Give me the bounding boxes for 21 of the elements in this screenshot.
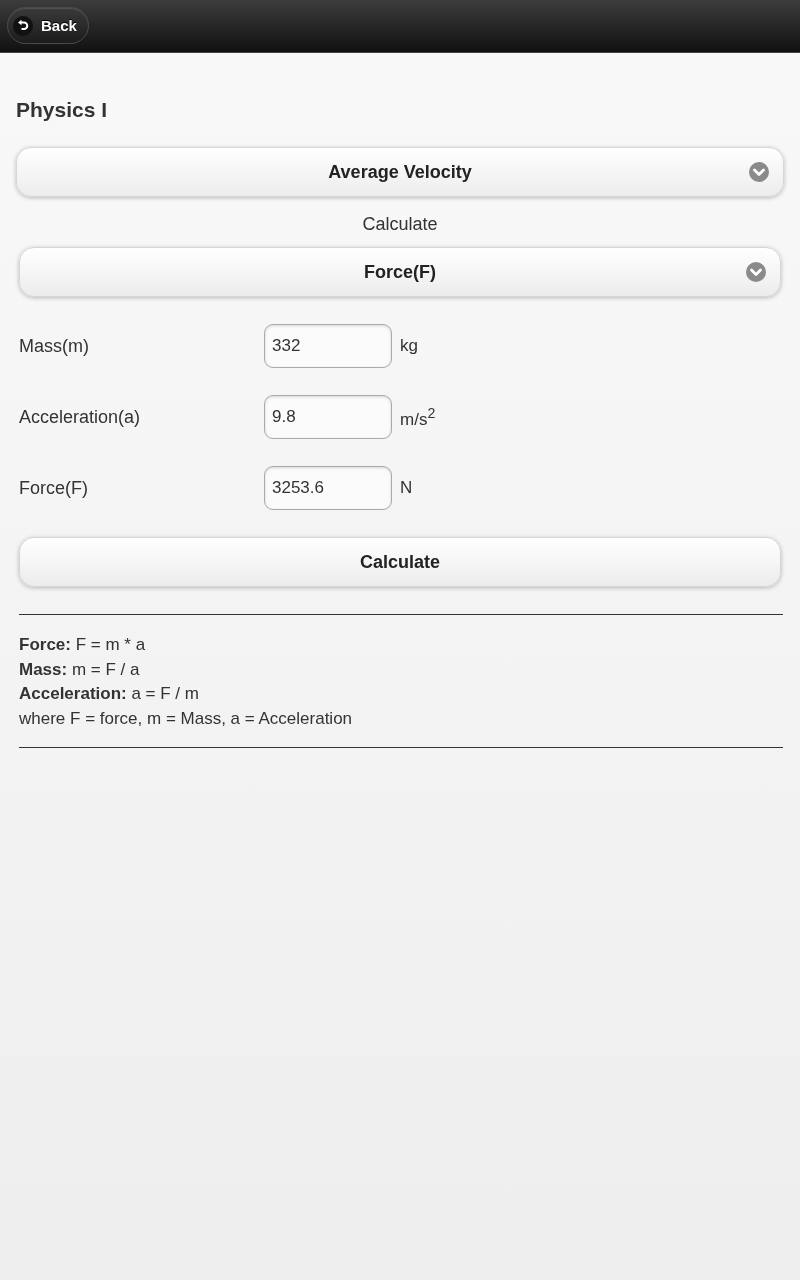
chevron-down-icon xyxy=(749,162,769,182)
formula-text: where F = force, m = Mass, a = Acceleration xyxy=(19,707,354,730)
input-field[interactable]: 9.8 xyxy=(264,395,392,439)
target-select[interactable]: Force(F) xyxy=(19,247,781,297)
field-label: Force(F) xyxy=(19,477,89,499)
input-field[interactable]: 332 xyxy=(264,324,392,368)
formula-text: Force: F = m * a xyxy=(19,634,147,656)
input-field[interactable]: 3253.6 xyxy=(264,466,392,510)
formula-text: Mass: m = F / a xyxy=(19,658,141,681)
unit-label: N xyxy=(400,478,413,498)
back-button[interactable]: Back xyxy=(7,7,89,44)
calculate-button[interactable]: Calculate xyxy=(19,537,781,587)
formula-text: Acceleration: a = F / m xyxy=(19,683,200,705)
field-label: Acceleration(a) xyxy=(19,406,142,428)
calculate-label: Calculate xyxy=(361,213,439,235)
page-title: Physics I xyxy=(16,98,109,122)
unit-label: kg xyxy=(400,336,418,356)
topic-select[interactable]: Average Velocity xyxy=(16,147,784,197)
field-label: Mass(m) xyxy=(19,335,90,357)
unit-label: m/s$^{2}$ xyxy=(400,404,436,430)
chevron-down-icon xyxy=(746,262,766,282)
